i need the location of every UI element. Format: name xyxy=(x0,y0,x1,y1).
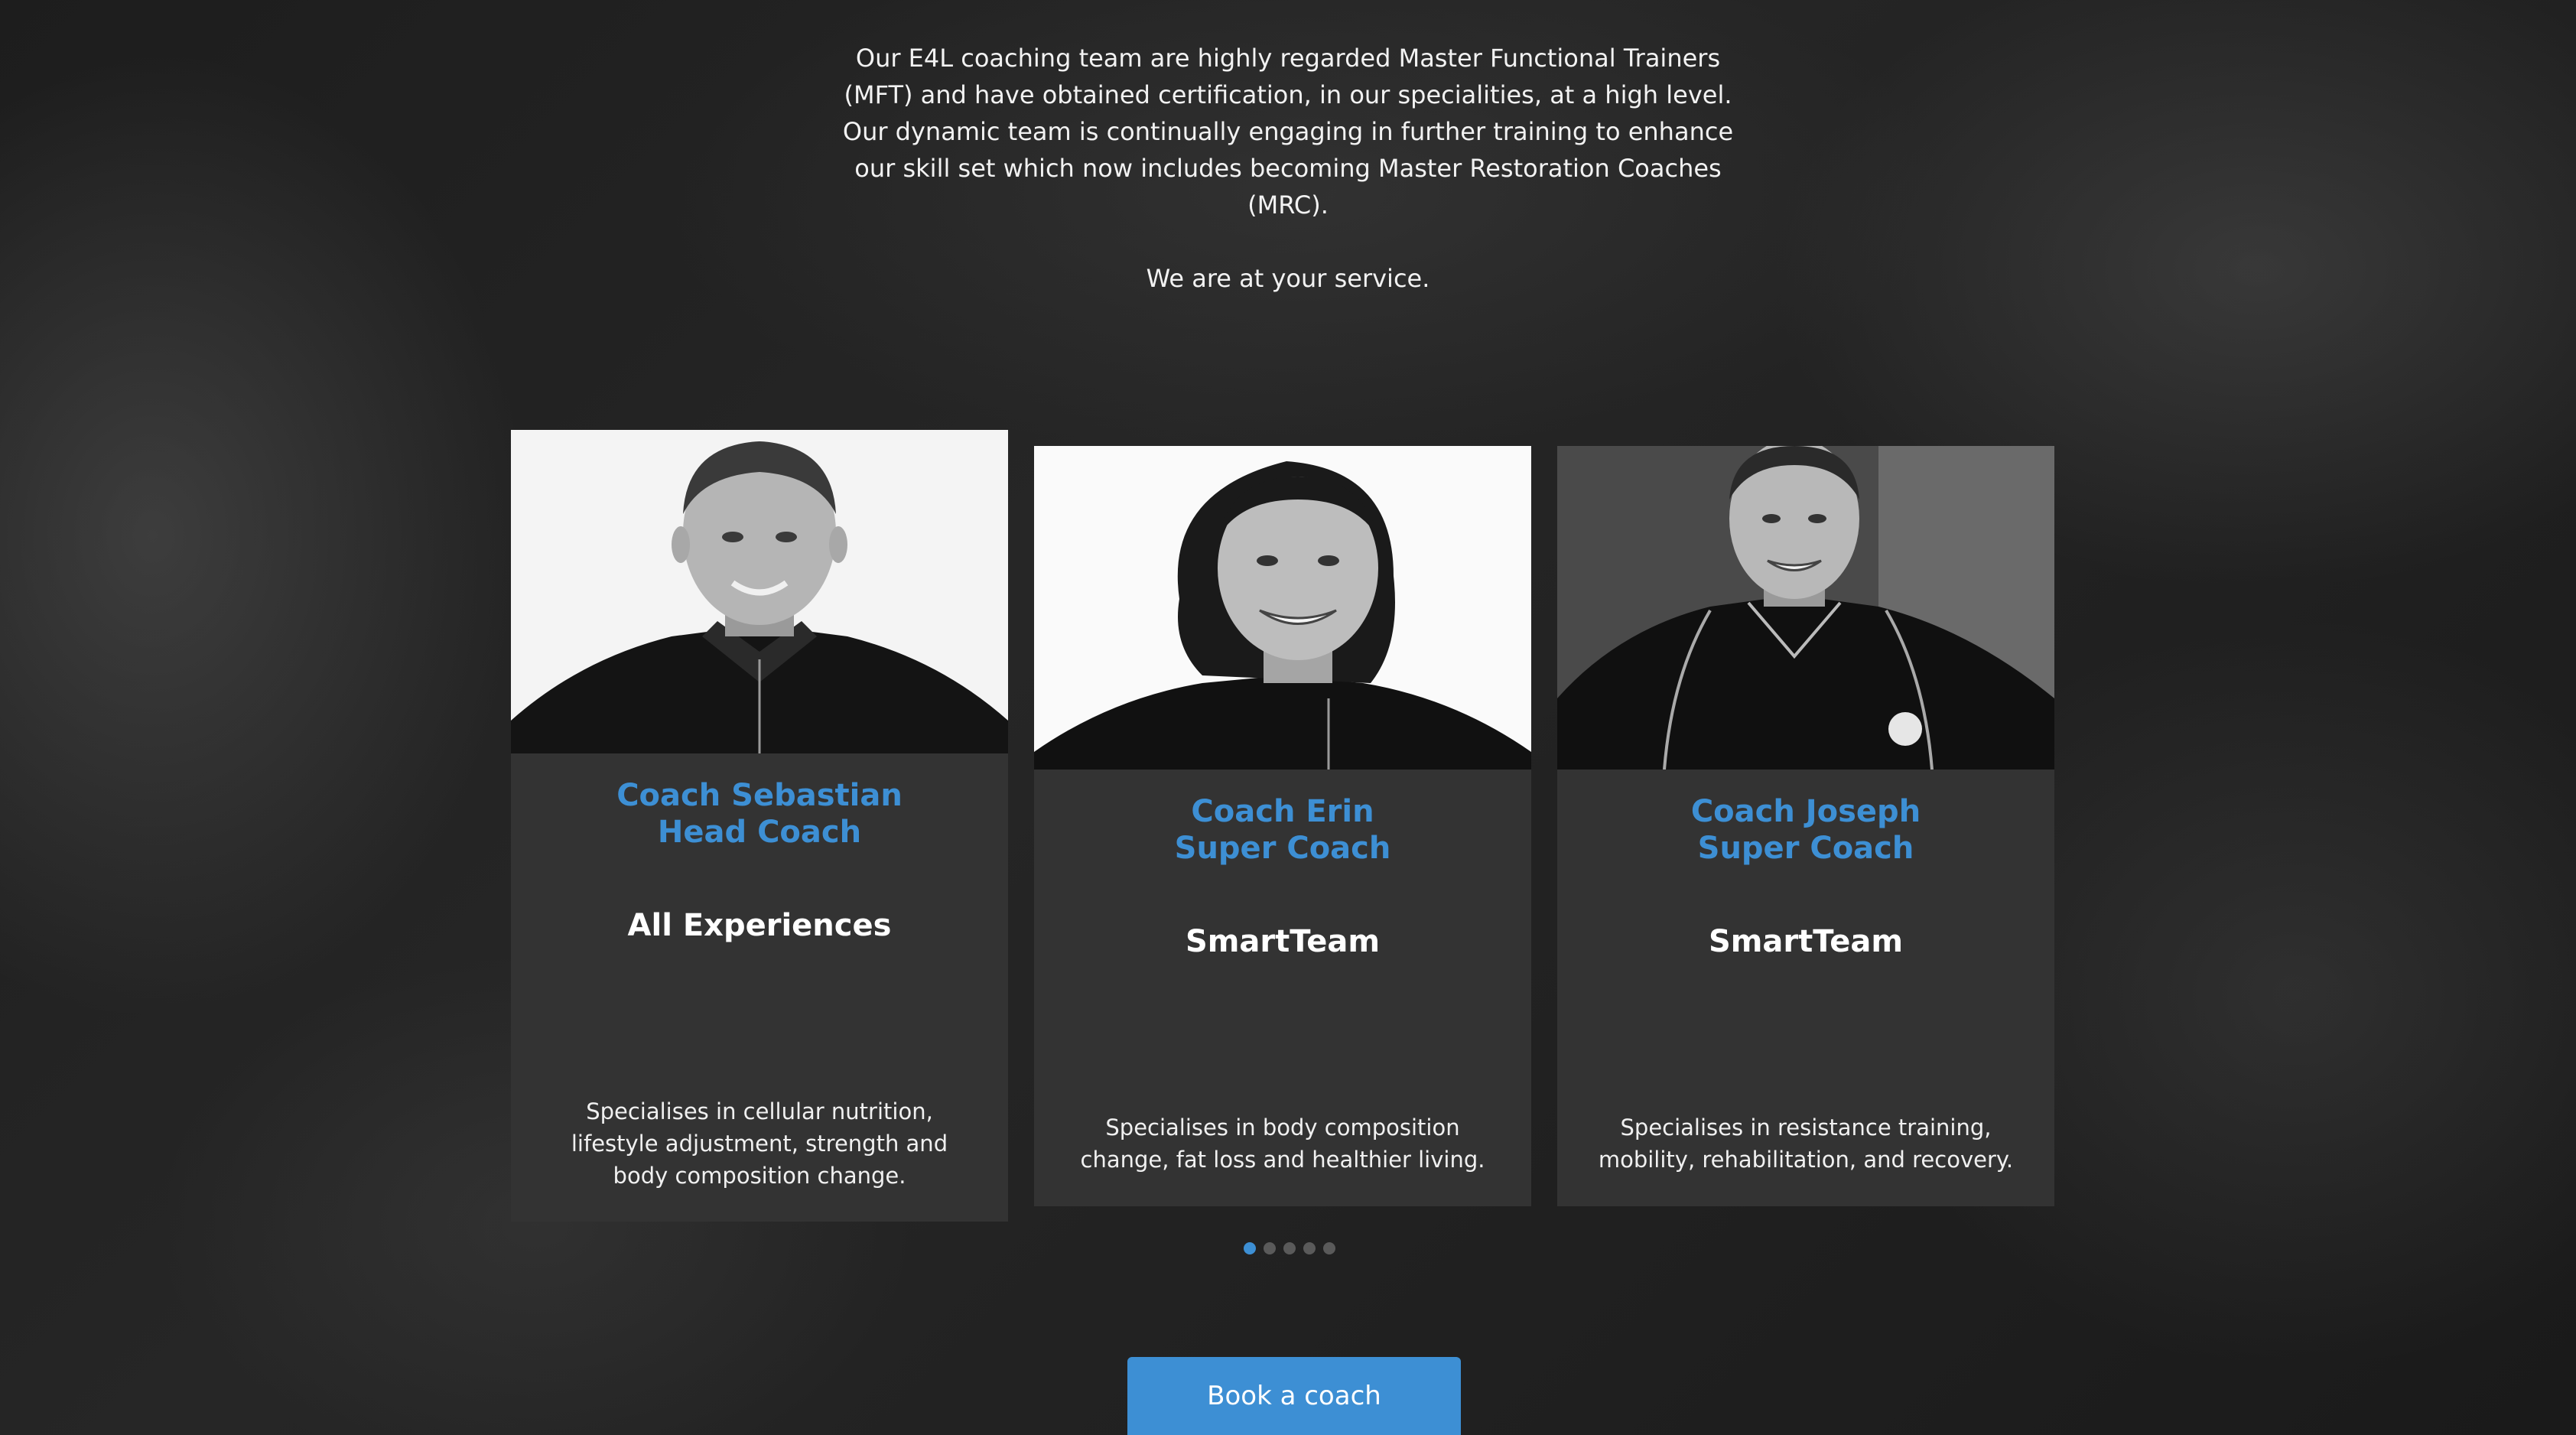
coach-name: Coach Joseph xyxy=(1690,794,1921,829)
coach-name: Coach Erin xyxy=(1191,794,1374,829)
coach-program: SmartTeam xyxy=(1185,924,1381,959)
coach-card-sebastian[interactable]: Coach Sebastian Head Coach All Experienc… xyxy=(511,430,1008,1222)
coach-card-erin[interactable]: Coach Erin Super Coach SmartTeam Special… xyxy=(1034,446,1531,1206)
coach-role: Super Coach xyxy=(1697,831,1914,866)
coach-photo-erin xyxy=(1034,446,1531,770)
coach-photo-joseph xyxy=(1557,446,2054,770)
coach-program: All Experiences xyxy=(627,908,892,943)
coach-role: Super Coach xyxy=(1174,831,1391,866)
coach-role: Head Coach xyxy=(657,815,862,850)
coach-card-joseph[interactable]: Coach Joseph Super Coach SmartTeam Speci… xyxy=(1557,446,2054,1206)
carousel-dot-1[interactable] xyxy=(1244,1242,1256,1254)
coach-description: Specialises in cellular nutrition, lifes… xyxy=(571,1098,948,1189)
carousel-dot-4[interactable] xyxy=(1303,1242,1316,1254)
intro-tagline: We are at your service. xyxy=(1146,264,1430,293)
carousel-dot-2[interactable] xyxy=(1264,1242,1276,1254)
coach-program: SmartTeam xyxy=(1708,924,1904,959)
carousel-dot-5[interactable] xyxy=(1323,1242,1335,1254)
intro-paragraph: Our E4L coaching team are highly regarde… xyxy=(842,44,1734,220)
coach-description: Specialises in body composition change, … xyxy=(1080,1114,1485,1173)
intro-section: Our E4L coaching team are highly regarde… xyxy=(829,40,1747,297)
carousel-dot-3[interactable] xyxy=(1283,1242,1296,1254)
carousel-pagination xyxy=(1244,1242,1335,1254)
coach-description: Specialises in resistance training, mobi… xyxy=(1598,1114,2014,1173)
coach-photo-sebastian xyxy=(511,430,1008,753)
coach-name: Coach Sebastian xyxy=(616,778,903,813)
book-a-coach-button[interactable]: Book a coach xyxy=(1127,1357,1461,1435)
